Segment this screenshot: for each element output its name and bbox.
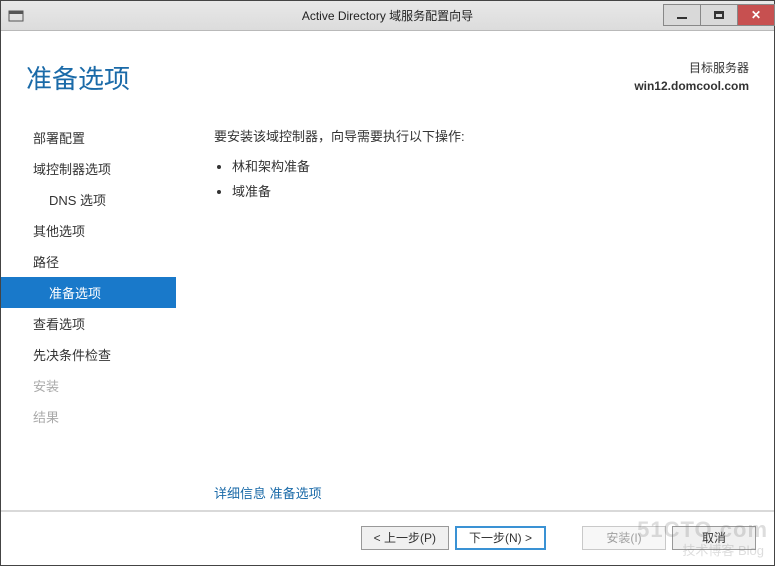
maximize-button[interactable] xyxy=(700,4,738,26)
wizard-main-content: 要安装该域控制器，向导需要执行以下操作: 林和架构准备 域准备 详细信息 准备选… xyxy=(176,112,774,510)
cancel-button[interactable]: 取消 xyxy=(672,526,756,550)
wizard-header: 准备选项 目标服务器 win12.domcool.com xyxy=(1,31,774,112)
app-icon xyxy=(1,8,31,24)
window-title: Active Directory 域服务配置向导 xyxy=(302,7,473,24)
close-button[interactable]: ✕ xyxy=(737,4,775,26)
sidebar-item-paths[interactable]: 路径 xyxy=(1,246,176,277)
operation-list: 林和架构准备 域准备 xyxy=(214,155,752,204)
wizard-footer: < 上一步(P) 下一步(N) > 安装(I) 取消 xyxy=(1,511,774,563)
minimize-button[interactable] xyxy=(663,4,701,26)
target-server-value: win12.domcool.com xyxy=(634,77,749,95)
operation-item: 林和架构准备 xyxy=(232,155,752,180)
wizard-body: 部署配置 域控制器选项 DNS 选项 其他选项 路径 准备选项 查看选项 先决条… xyxy=(1,112,774,510)
more-info-prefix: 详细信息 xyxy=(214,486,266,501)
intro-text: 要安装该域控制器，向导需要执行以下操作: xyxy=(214,126,752,145)
next-button[interactable]: 下一步(N) > xyxy=(455,526,546,550)
sidebar-item-dns-options[interactable]: DNS 选项 xyxy=(1,184,176,215)
target-server-box: 目标服务器 win12.domcool.com xyxy=(634,59,749,96)
target-server-label: 目标服务器 xyxy=(634,59,749,77)
titlebar: Active Directory 域服务配置向导 ✕ xyxy=(1,1,774,31)
sidebar-item-preparation-options[interactable]: 准备选项 xyxy=(1,277,176,308)
wizard-sidebar: 部署配置 域控制器选项 DNS 选项 其他选项 路径 准备选项 查看选项 先决条… xyxy=(1,112,176,510)
sidebar-item-other-options[interactable]: 其他选项 xyxy=(1,215,176,246)
more-info-link[interactable]: 准备选项 xyxy=(270,486,322,501)
sidebar-item-review-options[interactable]: 查看选项 xyxy=(1,308,176,339)
sidebar-item-dc-options[interactable]: 域控制器选项 xyxy=(1,153,176,184)
sidebar-item-install: 安装 xyxy=(1,370,176,401)
sidebar-item-prereq-check[interactable]: 先决条件检查 xyxy=(1,339,176,370)
install-button: 安装(I) xyxy=(582,526,666,550)
previous-button[interactable]: < 上一步(P) xyxy=(361,526,449,550)
more-info: 详细信息 准备选项 xyxy=(214,483,322,502)
sidebar-item-results: 结果 xyxy=(1,401,176,432)
sidebar-item-deployment-config[interactable]: 部署配置 xyxy=(1,122,176,153)
page-title: 准备选项 xyxy=(26,59,130,96)
operation-item: 域准备 xyxy=(232,180,752,205)
window-controls: ✕ xyxy=(663,5,774,26)
